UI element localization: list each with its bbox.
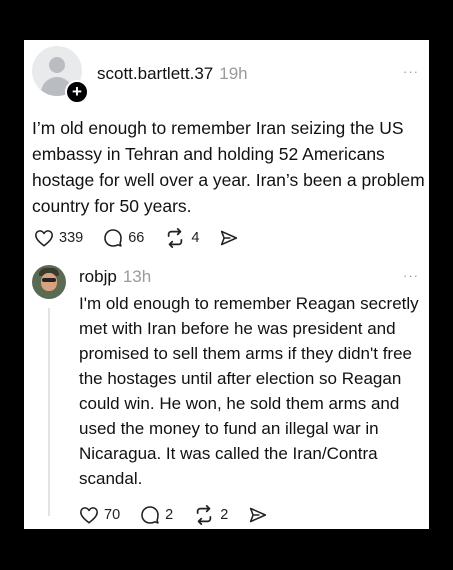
like-count: 339 bbox=[59, 230, 84, 246]
heart-icon bbox=[80, 507, 98, 524]
post-text: I’m old enough to remember Iran seizing … bbox=[32, 118, 425, 216]
reply-username[interactable]: robjp bbox=[79, 267, 117, 286]
reply-button[interactable]: 66 bbox=[103, 228, 144, 248]
timestamp: 19h bbox=[219, 64, 248, 83]
send-icon bbox=[221, 230, 238, 246]
person-head-shape bbox=[49, 57, 65, 73]
reply-reply-button[interactable]: 2 bbox=[140, 505, 173, 525]
share-button[interactable] bbox=[219, 229, 244, 247]
repost-button[interactable]: 4 bbox=[164, 228, 199, 248]
follow-plus-icon[interactable]: + bbox=[65, 80, 89, 104]
like-button[interactable]: 339 bbox=[34, 229, 83, 247]
username[interactable]: scott.bartlett.37 bbox=[97, 64, 213, 83]
reply-header: robjp 13h bbox=[79, 267, 151, 287]
comment-icon bbox=[104, 229, 122, 247]
reply-repost-count: 2 bbox=[220, 507, 229, 523]
reply-actions: 70 2 2 bbox=[79, 505, 293, 525]
repost-icon bbox=[168, 228, 183, 248]
repost-count: 4 bbox=[191, 230, 200, 246]
reply-more-options-icon[interactable]: ··· bbox=[403, 268, 419, 283]
reply-count: 66 bbox=[128, 230, 145, 246]
face-shape bbox=[41, 273, 57, 291]
reply-like-button[interactable]: 70 bbox=[79, 506, 120, 524]
repost-icon bbox=[196, 505, 212, 525]
glasses-shape bbox=[42, 278, 56, 282]
reply-avatar[interactable] bbox=[32, 265, 66, 299]
thread-card: + scott.bartlett.37 19h ··· I’m old enoug… bbox=[24, 40, 429, 529]
more-options-icon[interactable]: ··· bbox=[403, 64, 419, 79]
thread-line bbox=[48, 308, 50, 516]
reply-like-count: 70 bbox=[104, 507, 121, 523]
reply-timestamp: 13h bbox=[122, 267, 152, 286]
reply-repost-button[interactable]: 2 bbox=[193, 505, 228, 525]
post-header: scott.bartlett.37 19h bbox=[97, 64, 248, 84]
heart-icon bbox=[35, 230, 53, 247]
reply-share-button[interactable] bbox=[248, 506, 273, 524]
reply-text: I'm old enough to remember Reagan secret… bbox=[79, 294, 419, 488]
reply-reply-count: 2 bbox=[165, 507, 174, 523]
comment-icon bbox=[141, 506, 159, 524]
post-actions: 339 66 4 bbox=[34, 228, 264, 248]
send-icon bbox=[250, 507, 267, 523]
